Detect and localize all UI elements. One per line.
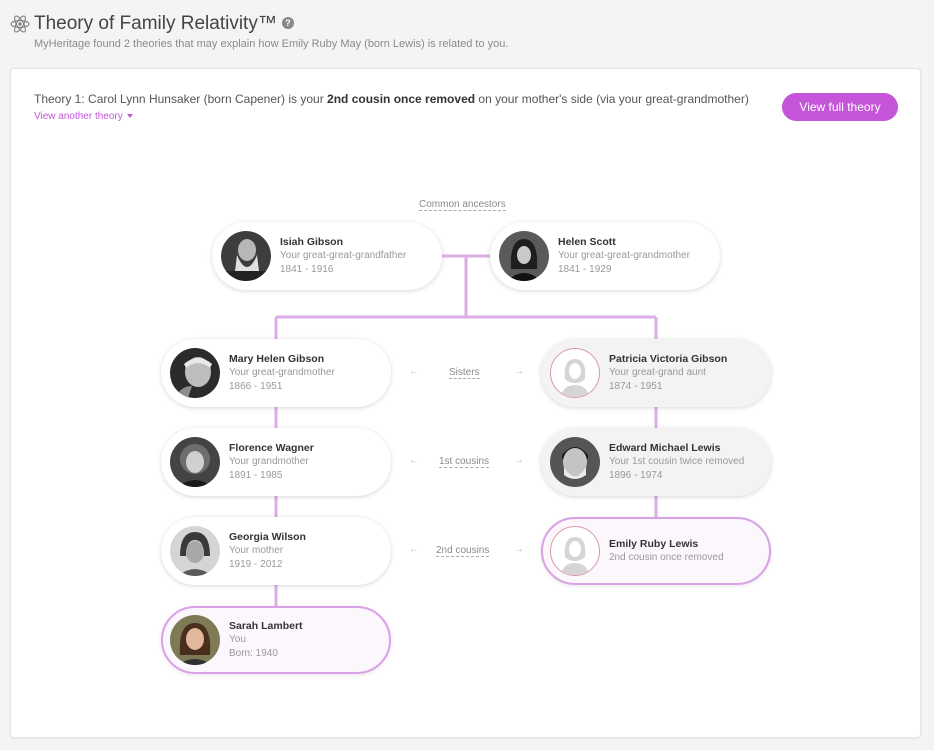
person-name: Helen Scott (558, 236, 616, 248)
arrow-left-icon: ← (409, 455, 419, 466)
person-relationship: Your great-great-grandmother (558, 250, 690, 261)
arrow-right-icon: → (514, 455, 524, 466)
person-card-edward-michael-lewis[interactable]: Edward Michael Lewis Your 1st cousin twi… (541, 428, 771, 496)
avatar (170, 348, 220, 398)
person-dates: Born: 1940 (229, 648, 278, 659)
person-relationship: Your 1st cousin twice removed (609, 456, 745, 467)
person-info: Isiah Gibson Your great-great-grandfathe… (280, 235, 406, 277)
person-name: Emily Ruby Lewis (609, 538, 699, 550)
avatar (221, 231, 271, 281)
person-card-helen-scott[interactable]: Helen Scott Your great-great-grandmother… (490, 222, 720, 290)
page-title-text: Theory of Family Relativity™ (34, 13, 277, 34)
person-relationship: Your great-grandmother (229, 367, 335, 378)
person-dates: 1866 - 1951 (229, 381, 283, 392)
avatar (499, 231, 549, 281)
view-full-theory-button[interactable]: View full theory (782, 93, 898, 121)
person-info: Sarah Lambert You Born: 1940 (229, 619, 303, 661)
person-relationship: Your grandmother (229, 456, 309, 467)
atom-icon (10, 15, 30, 33)
relation-label-1st-cousins[interactable]: 1st cousins (439, 456, 490, 468)
person-name: Mary Helen Gibson (229, 353, 325, 365)
person-card-florence-wagner[interactable]: Florence Wagner Your grandmother 1891 - … (161, 428, 391, 496)
theory-suffix: on your mother's side (via your great-gr… (475, 92, 749, 106)
person-card-isiah-gibson[interactable]: Isiah Gibson Your great-great-grandfathe… (212, 222, 442, 290)
arrow-left-icon: ← (409, 366, 419, 377)
arrow-left-icon: ← (409, 544, 419, 555)
help-icon[interactable]: ? (281, 16, 294, 29)
arrow-right-icon: → (514, 544, 524, 555)
person-name: Patricia Victoria Gibson (609, 353, 728, 365)
person-dates: 1896 - 1974 (609, 470, 663, 481)
page-header: Theory of Family Relativity™? MyHeritage… (10, 12, 920, 62)
person-info: Helen Scott Your great-great-grandmother… (558, 235, 690, 277)
page-title: Theory of Family Relativity™? (34, 13, 294, 35)
person-info: Mary Helen Gibson Your great-grandmother… (229, 352, 335, 394)
person-name: Florence Wagner (229, 442, 314, 454)
person-card-sarah-lambert[interactable]: Sarah Lambert You Born: 1940 (161, 606, 391, 674)
avatar (550, 437, 600, 487)
relation-text: Sisters (449, 367, 480, 379)
relation-label-2nd-cousins[interactable]: 2nd cousins (436, 545, 490, 557)
person-dates: 1874 - 1951 (609, 381, 663, 392)
relation-label-sisters[interactable]: Sisters (449, 367, 480, 379)
common-ancestors-label[interactable]: Common ancestors (419, 199, 506, 211)
person-relationship: Your great-grand aunt (609, 367, 706, 378)
person-info: Edward Michael Lewis Your 1st cousin twi… (609, 441, 744, 483)
person-name: Georgia Wilson (229, 531, 306, 543)
person-dates: 1891 - 1985 (229, 470, 283, 481)
theory-description: Theory 1: Carol Lynn Hunsaker (born Cape… (34, 92, 749, 106)
person-dates: 1841 - 1916 (280, 264, 334, 275)
view-another-theory-link[interactable]: View another theory (34, 111, 133, 122)
avatar (170, 437, 220, 487)
person-dates: 1841 - 1929 (558, 264, 612, 275)
person-relationship: You (229, 634, 246, 645)
person-card-emily-ruby-lewis[interactable]: Emily Ruby Lewis 2nd cousin once removed (541, 517, 771, 585)
tree-connector-lines (274, 254, 658, 606)
theory-relationship: 2nd cousin once removed (327, 92, 476, 106)
avatar (170, 526, 220, 576)
person-dates: 1919 - 2012 (229, 559, 283, 570)
person-card-mary-helen-gibson[interactable]: Mary Helen Gibson Your great-grandmother… (161, 339, 391, 407)
person-info: Emily Ruby Lewis 2nd cousin once removed (609, 537, 724, 565)
person-name: Isiah Gibson (280, 236, 344, 248)
female-silhouette-icon (550, 348, 600, 398)
person-card-georgia-wilson[interactable]: Georgia Wilson Your mother 1919 - 2012 (161, 517, 391, 585)
relation-text: 2nd cousins (436, 545, 490, 557)
person-relationship: Your great-great-grandfather (280, 250, 407, 261)
caret-down-icon (126, 114, 133, 119)
person-info: Patricia Victoria Gibson Your great-gran… (609, 352, 727, 394)
page-subtitle: MyHeritage found 2 theories that may exp… (34, 38, 509, 50)
person-card-patricia-victoria-gibson[interactable]: Patricia Victoria Gibson Your great-gran… (541, 339, 771, 407)
person-name: Sarah Lambert (229, 620, 303, 632)
person-info: Florence Wagner Your grandmother 1891 - … (229, 441, 314, 483)
female-silhouette-icon (550, 526, 600, 576)
theory-card: Theory 1: Carol Lynn Hunsaker (born Cape… (10, 68, 921, 738)
arrow-right-icon: → (514, 366, 524, 377)
person-relationship: 2nd cousin once removed (609, 552, 724, 563)
person-relationship: Your mother (229, 545, 284, 556)
relation-text: 1st cousins (439, 456, 490, 468)
person-info: Georgia Wilson Your mother 1919 - 2012 (229, 530, 306, 572)
avatar (170, 615, 220, 665)
person-name: Edward Michael Lewis (609, 442, 721, 454)
theory-prefix: Theory 1: Carol Lynn Hunsaker (born Cape… (34, 92, 328, 106)
view-another-label: View another theory (34, 111, 123, 122)
